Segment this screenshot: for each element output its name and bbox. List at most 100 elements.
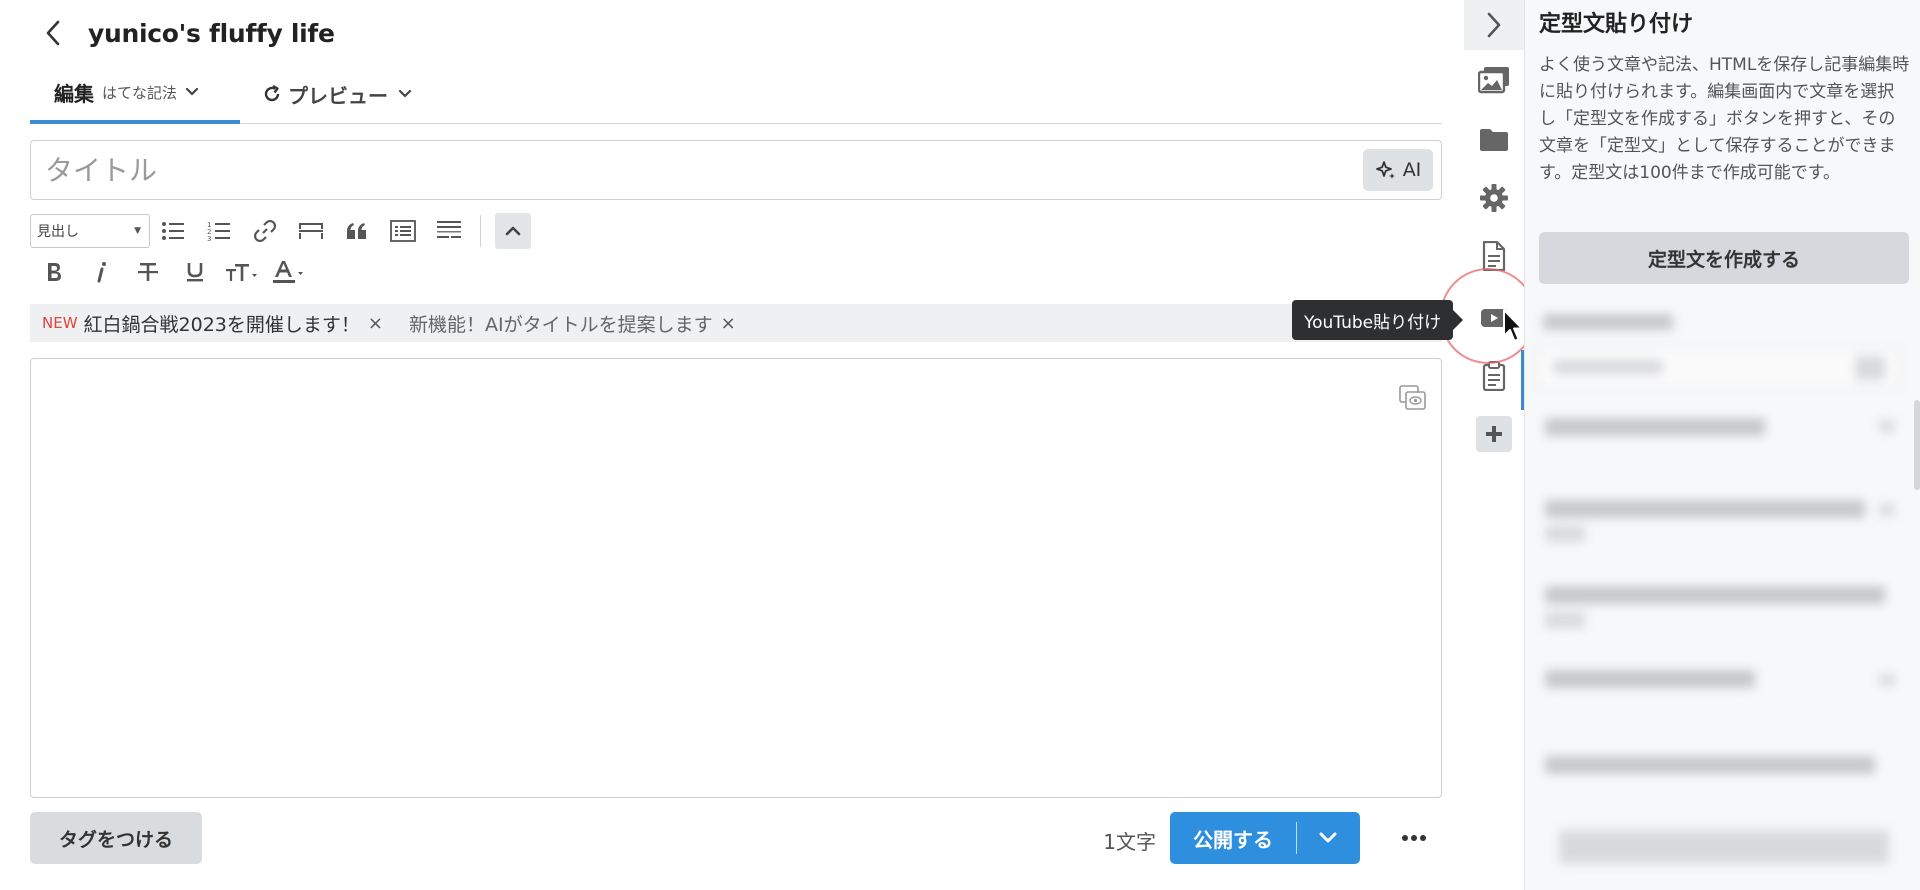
- refresh-icon: [264, 84, 280, 102]
- bold-button[interactable]: [30, 254, 77, 290]
- bullet-list-button[interactable]: [150, 212, 196, 250]
- youtube-tooltip: YouTube貼り付け: [1292, 300, 1464, 340]
- table-of-contents-icon: [390, 220, 416, 242]
- underline-icon: [186, 263, 203, 282]
- tab-preview-label: プレビュー: [288, 83, 388, 108]
- body-editor[interactable]: [30, 358, 1442, 798]
- blurred-item: [1545, 756, 1875, 774]
- editor-pane: yunico's fluffy life 編集 はてな記法 プレビュー AI 見…: [0, 0, 1464, 890]
- underline-button[interactable]: [171, 254, 218, 290]
- sidebar-item-folder[interactable]: [1464, 116, 1524, 164]
- quote-button[interactable]: [334, 212, 380, 250]
- bold-icon: [47, 263, 61, 281]
- sidebar-item-fixed-phrase[interactable]: [1464, 352, 1524, 400]
- image-icon: [1478, 67, 1509, 94]
- back-button[interactable]: [30, 10, 76, 56]
- read-more-icon: [437, 221, 461, 238]
- numbered-list-icon: 123: [207, 221, 230, 242]
- horizontal-rule-button[interactable]: [288, 212, 334, 250]
- blurred-item: [1545, 418, 1765, 436]
- blurred-chevron: [1879, 674, 1895, 686]
- caret-down-icon: ▼: [134, 226, 141, 236]
- toolbar-divider: [480, 215, 481, 247]
- add-module-button[interactable]: [1476, 416, 1512, 452]
- italic-button[interactable]: [77, 254, 124, 290]
- ai-title-button[interactable]: AI: [1363, 149, 1433, 191]
- chevron-down-icon: [185, 87, 199, 96]
- tab-preview[interactable]: プレビュー: [262, 64, 412, 124]
- sparkle-icon: [1375, 161, 1395, 179]
- publish-button-label: 公開する: [1193, 827, 1273, 852]
- ai-button-label: AI: [1402, 159, 1422, 181]
- table-of-contents-button[interactable]: [380, 212, 426, 250]
- publish-button[interactable]: 公開する: [1170, 812, 1360, 864]
- blurred-button: [1559, 830, 1889, 864]
- blurred-item: [1545, 670, 1755, 688]
- close-notice-1-button[interactable]: ×: [368, 313, 383, 334]
- strikethrough-button[interactable]: [124, 254, 171, 290]
- clipboard-icon: [1482, 361, 1506, 391]
- new-badge: NEW: [42, 314, 78, 332]
- font-size-icon: [225, 264, 257, 281]
- blurred-chevron: [1879, 420, 1895, 432]
- blurred-item: [1545, 500, 1865, 518]
- svg-text:3: 3: [207, 235, 211, 242]
- heading-select-value: 見出し: [37, 224, 79, 240]
- link-button[interactable]: [242, 212, 288, 250]
- blurred-search-text: [1553, 360, 1663, 374]
- editor-footer: タグをつける 1文字 公開する: [30, 812, 1442, 866]
- tab-edit[interactable]: 編集 はてな記法: [30, 64, 240, 124]
- font-size-button[interactable]: [218, 254, 265, 290]
- collapse-toolbar-button[interactable]: [495, 213, 531, 249]
- blurred-heading: [1543, 314, 1673, 330]
- blog-title: yunico's fluffy life: [88, 18, 335, 48]
- panel-scrollbar[interactable]: [1914, 400, 1920, 490]
- sidebar-icon-rail: [1464, 0, 1524, 890]
- publish-options-button[interactable]: [1297, 832, 1359, 844]
- title-field: AI: [30, 140, 1442, 200]
- notice-link-1[interactable]: 紅白鍋合戦2023を開催します！: [84, 310, 360, 337]
- folder-icon: [1480, 129, 1508, 151]
- text-color-icon: [272, 261, 303, 283]
- collapse-sidebar-button[interactable]: [1464, 0, 1524, 50]
- text-color-button[interactable]: [265, 254, 312, 290]
- blurred-item: [1545, 612, 1585, 628]
- strikethrough-icon: [137, 263, 158, 281]
- character-count: 1文字: [1103, 830, 1156, 854]
- heading-select[interactable]: 見出し ▼: [30, 214, 150, 248]
- header: yunico's fluffy life: [30, 6, 335, 60]
- side-preview-button[interactable]: [1399, 385, 1427, 411]
- more-options-button[interactable]: [1394, 822, 1434, 854]
- notice-link-2[interactable]: 新機能！AIがタイトルを提案します: [409, 310, 713, 337]
- plus-icon: [1486, 426, 1502, 442]
- link-icon: [253, 219, 277, 243]
- notice-bar: NEW 紅白鍋合戦2023を開催します！ × 新機能！AIがタイトルを提案します…: [30, 304, 1442, 342]
- title-input[interactable]: [45, 141, 1245, 199]
- italic-icon: [97, 262, 106, 283]
- panel-description: よく使う文章や記法、HTMLを保存し記事編集時に貼り付けられます。編集画面内で文…: [1539, 55, 1910, 183]
- preview-window-icon: [1399, 385, 1426, 410]
- blurred-search-button: [1855, 356, 1885, 380]
- tab-edit-mode: はてな記法: [102, 83, 178, 102]
- sidebar-item-document[interactable]: [1464, 232, 1524, 280]
- sidebar-item-settings[interactable]: [1464, 174, 1524, 222]
- quote-icon: [347, 223, 366, 239]
- close-notice-2-button[interactable]: ×: [721, 313, 736, 334]
- fixed-phrase-panel: 定型文貼り付け よく使う文章や記法、HTMLを保存し記事編集時に貼り付けられます…: [1524, 0, 1920, 890]
- bullet-list-icon: [162, 222, 184, 240]
- add-tags-button[interactable]: タグをつける: [30, 812, 202, 864]
- chevron-left-icon: [46, 20, 60, 46]
- sidebar-item-youtube[interactable]: [1464, 294, 1524, 342]
- toolbar-row-1: 見出し ▼ 123: [30, 212, 531, 250]
- sidebar-item-photos[interactable]: [1464, 56, 1524, 104]
- read-more-button[interactable]: [426, 212, 472, 250]
- blurred-phrase-list: [1539, 300, 1915, 880]
- numbered-list-button[interactable]: 123: [196, 212, 242, 250]
- chevron-down-icon: [1319, 832, 1337, 843]
- document-icon: [1482, 241, 1506, 271]
- editor-tabs: 編集 はてな記法 プレビュー: [30, 64, 1442, 124]
- toolbar-row-2: [30, 254, 312, 290]
- chevron-up-icon: [505, 226, 521, 236]
- horizontal-rule-icon: [299, 223, 323, 239]
- create-fixed-phrase-button[interactable]: 定型文を作成する: [1539, 232, 1909, 284]
